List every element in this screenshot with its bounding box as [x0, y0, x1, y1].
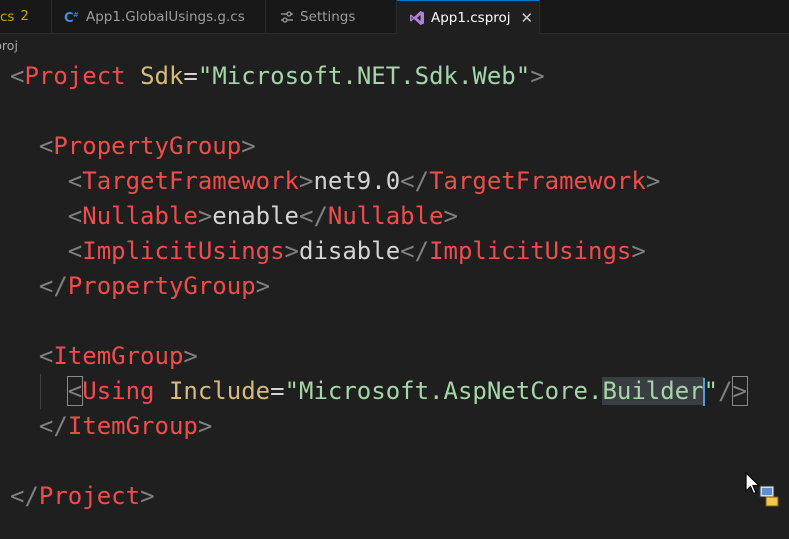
mouse-pointer-icon: [744, 471, 780, 513]
code-line: <TargetFramework>net9.0</TargetFramework…: [10, 164, 660, 199]
token-tag: ItemGroup: [67, 412, 198, 440]
token-string: "Microsoft.AspNetCore.: [284, 377, 603, 405]
token-bracket: >: [443, 202, 458, 230]
tab-globalusings[interactable]: C # App1.GlobalUsings.g.cs: [52, 0, 266, 33]
code-line: <ImplicitUsings>disable</ImplicitUsings>: [10, 234, 646, 269]
token-bracket-matched: >: [731, 376, 749, 406]
csharp-file-icon: C #: [64, 9, 80, 25]
selected-text: Builder: [602, 377, 704, 405]
token-tag: ItemGroup: [53, 342, 184, 370]
token-text: net9.0: [313, 167, 401, 195]
token-bracket: <: [67, 237, 83, 265]
token-equals: =: [183, 62, 198, 90]
code-editor[interactable]: <Project Sdk="Microsoft.NET.Sdk.Web"> <P…: [10, 59, 789, 539]
token-bracket: </: [299, 202, 328, 230]
tab-csproj-label: App1.csproj: [431, 9, 511, 26]
token-tag: ImplicitUsings: [429, 237, 632, 265]
token-tag: PropertyGroup: [53, 132, 242, 160]
token-text: disable: [299, 237, 401, 265]
tab-settings-label: Settings: [300, 8, 356, 25]
settings-sliders-icon: [280, 10, 294, 24]
token-bracket: >: [197, 412, 213, 440]
token-tag: Project: [38, 482, 141, 510]
tab-csproj[interactable]: App1.csproj ✕: [397, 0, 540, 34]
token-bracket: >: [530, 62, 545, 90]
code-line: <Nullable>enable</Nullable>: [10, 199, 458, 234]
token-bracket: </: [38, 412, 68, 440]
token-tag: PropertyGroup: [67, 272, 256, 300]
token-tag: Project: [24, 62, 126, 90]
svg-text:#: #: [73, 11, 79, 19]
token-bracket: /: [718, 377, 733, 405]
token-attribute: Include: [168, 377, 271, 405]
code-line: <PropertyGroup>: [10, 129, 256, 164]
token-bracket: <: [67, 202, 83, 230]
token-attribute: Sdk: [140, 62, 184, 90]
token-bracket: >: [140, 482, 155, 510]
token-bracket: >: [631, 237, 646, 265]
token-string: ": [703, 377, 719, 405]
token-tag: Nullable: [82, 202, 198, 230]
token-bracket: >: [299, 167, 314, 195]
code-line: </PropertyGroup>: [10, 269, 270, 304]
tab-partial-cs[interactable]: cs 2: [0, 0, 52, 33]
editor-tab-bar: cs 2 C # App1.GlobalUsings.g.cs Settings …: [0, 0, 789, 34]
token-bracket: >: [183, 342, 198, 370]
token-bracket: >: [197, 202, 213, 230]
code-line: </ItemGroup>: [10, 409, 212, 444]
code-line: <ItemGroup>: [10, 339, 198, 374]
code-line-current: <Using Include="Microsoft.AspNetCore.Bui…: [10, 374, 749, 409]
token-bracket: <: [10, 62, 25, 90]
token-bracket: >: [645, 167, 661, 195]
tab-globalusings-label: App1.GlobalUsings.g.cs: [86, 8, 245, 25]
token-tag: TargetFramework: [429, 167, 646, 195]
token-bracket: </: [400, 167, 430, 195]
problem-count-badge: 2: [20, 9, 29, 24]
token-bracket: </: [38, 272, 68, 300]
tab-partial-label: cs: [0, 8, 15, 25]
token-tag: TargetFramework: [82, 167, 299, 195]
token-tag: ImplicitUsings: [82, 237, 285, 265]
token-bracket: </: [10, 482, 39, 510]
tab-settings[interactable]: Settings: [266, 0, 397, 33]
token-bracket: <: [38, 132, 54, 160]
breadcrumb[interactable]: proj: [0, 38, 18, 56]
code-line: </Project>: [10, 479, 155, 514]
token-equals: =: [270, 377, 285, 405]
token-bracket: >: [284, 237, 299, 265]
token-tag: Nullable: [327, 202, 444, 230]
close-icon[interactable]: ✕: [521, 9, 534, 27]
token-bracket: >: [241, 132, 256, 160]
token-bracket: >: [255, 272, 271, 300]
token-bracket: </: [400, 237, 430, 265]
token-tag: Using: [82, 377, 155, 405]
token-bracket: <: [38, 342, 54, 370]
code-line: <Project Sdk="Microsoft.NET.Sdk.Web">: [10, 59, 545, 94]
token-bracket: <: [67, 167, 83, 195]
token-string: "Microsoft.NET.Sdk.Web": [197, 62, 531, 90]
token-bracket-matched: <: [66, 376, 84, 406]
visual-studio-icon: [409, 10, 425, 26]
token-text: enable: [212, 202, 299, 230]
